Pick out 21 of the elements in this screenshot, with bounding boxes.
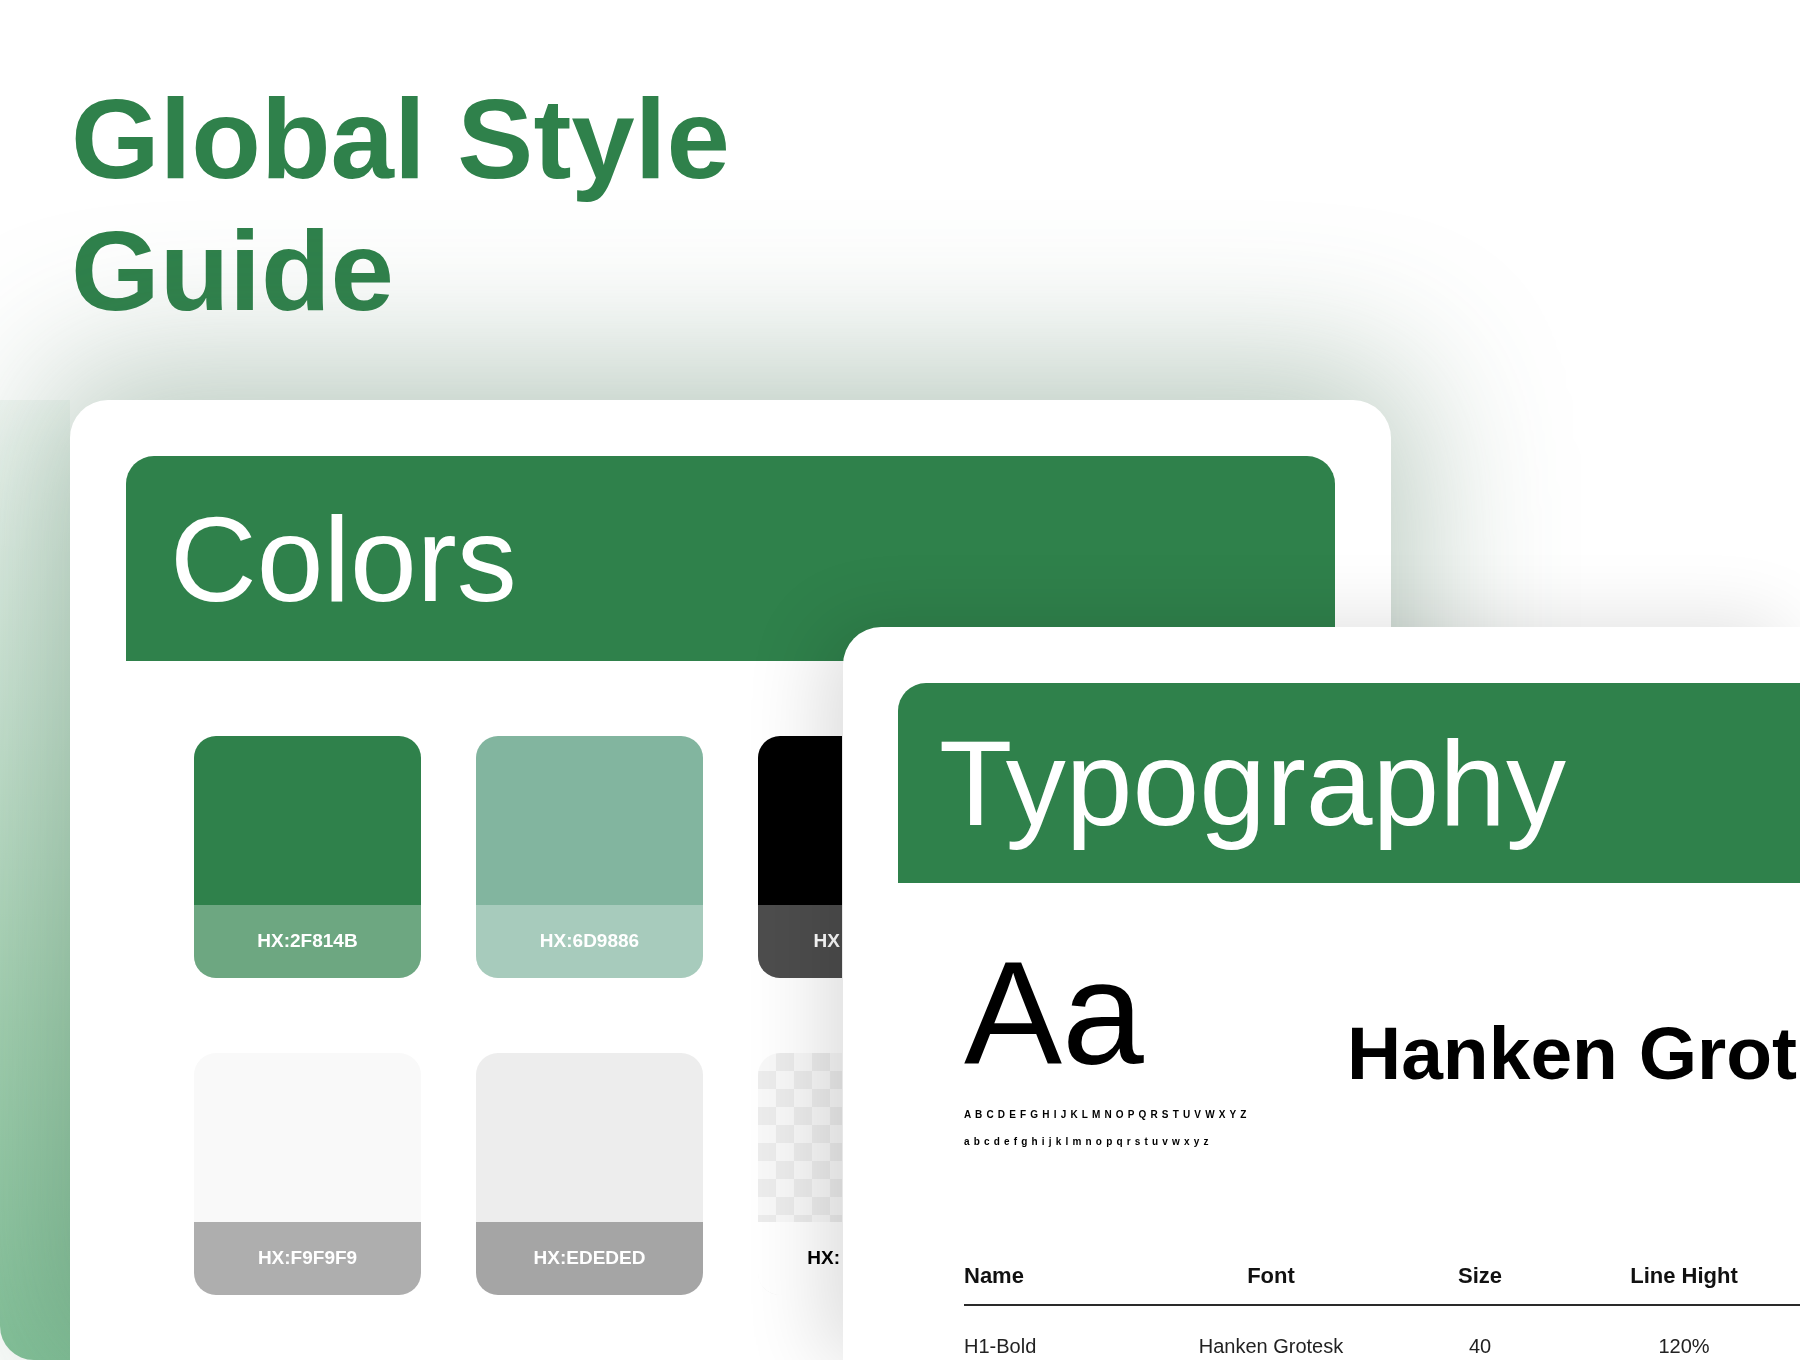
column-header: Font bbox=[1247, 1262, 1295, 1290]
column-header: Name bbox=[964, 1262, 1024, 1290]
table-cell: 120% bbox=[1658, 1334, 1710, 1358]
column-header: Line Hight bbox=[1630, 1262, 1738, 1290]
alphabet-text: A B C D E F G H I J K L M N O P Q R S T U V W X Y Z bbox=[964, 1108, 1247, 1122]
swatch-label: HX:2F814B bbox=[194, 905, 421, 978]
section-header: Colors bbox=[126, 456, 1335, 661]
alphabet-text: a b c d e f g h i j k l m n o p q r s t u v w x y z bbox=[964, 1135, 1210, 1149]
column-header: Size bbox=[1458, 1262, 1502, 1290]
font-specimen: Aa bbox=[964, 940, 1144, 1087]
font-name: Hanken Grot bbox=[1347, 1016, 1798, 1097]
table-cell: H1-Bold bbox=[964, 1334, 1037, 1358]
table-cell: Hanken Grotesk bbox=[1198, 1334, 1344, 1358]
swatch-label: HX: bbox=[758, 1222, 842, 1295]
section-header: Typography bbox=[898, 683, 1800, 883]
swatch-label: HX:EDEDED bbox=[476, 1222, 703, 1295]
swatch-label: HX:F9F9F9 bbox=[194, 1222, 421, 1295]
page-title: Global Style Guide bbox=[71, 74, 731, 336]
swatch-label: HX bbox=[758, 905, 842, 978]
swatch-label: HX:6D9886 bbox=[476, 905, 703, 978]
table-cell: 40 bbox=[1468, 1334, 1492, 1358]
